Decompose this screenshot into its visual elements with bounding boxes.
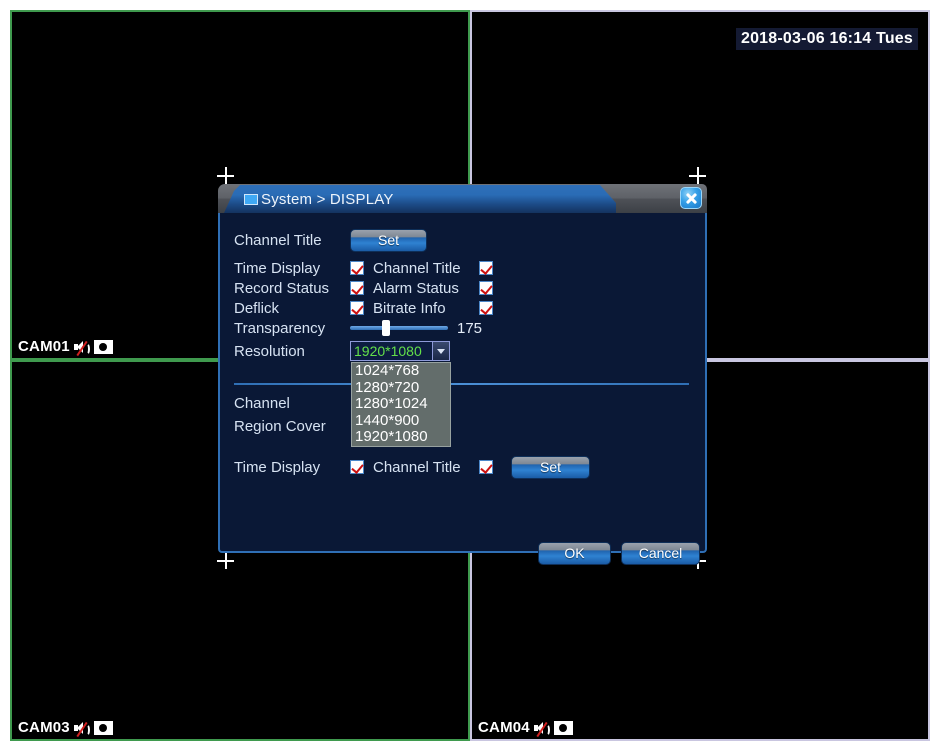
resolution-option[interactable]: 1024*768 (352, 362, 450, 380)
close-icon[interactable] (680, 187, 702, 209)
dialog-body: Channel Title Set Time Display Channel T… (218, 213, 707, 565)
checkbox-deflick[interactable] (350, 301, 364, 315)
speaker-muted-icon (73, 721, 90, 737)
row-time-display-2: Time Display Channel Title Set (234, 455, 590, 479)
region-set-button[interactable]: Set (511, 455, 590, 479)
chevron-down-icon[interactable] (432, 342, 449, 360)
crop-mark-top-right (689, 167, 706, 184)
record-icon (553, 720, 573, 735)
label-transparency: Transparency (234, 319, 326, 337)
label-resolution: Resolution (234, 342, 305, 360)
row-record-status: Record Status Alarm Status (234, 278, 493, 298)
display-settings-dialog: System > DISPLAY Channel Title Set Time … (218, 184, 707, 565)
checkbox-channel-title-2[interactable] (479, 460, 493, 474)
window-icon (244, 193, 258, 205)
checkbox-bitrate-info[interactable] (479, 301, 493, 315)
dialog-titlebar: System > DISPLAY (218, 184, 707, 213)
resolution-option[interactable]: 1280*1024 (352, 395, 450, 413)
label-channel-title: Channel Title (234, 231, 322, 249)
checkbox-record-status[interactable] (350, 281, 364, 295)
channel-title-set-button[interactable]: Set (350, 228, 427, 252)
record-icon (93, 720, 113, 735)
label-channel: Channel (234, 394, 290, 412)
checkbox-channel-title[interactable] (479, 261, 493, 275)
record-icon (93, 339, 113, 354)
speaker-muted-icon (533, 721, 550, 737)
transparency-value: 175 (457, 319, 483, 337)
label-alarm-status: Alarm Status (373, 279, 459, 297)
row-channel-title: Channel Title Set (234, 228, 427, 252)
camera-label-1: CAM01 (16, 337, 116, 356)
resolution-option[interactable]: 1440*900 (352, 412, 450, 430)
crop-mark-top-left (217, 167, 234, 184)
crop-mark-bottom-left (217, 552, 234, 569)
row-resolution: Resolution 1920*1080 1024*768 1280*720 128… (234, 341, 451, 447)
timestamp-osd: 2018-03-06 16:14 Tues (735, 28, 918, 50)
label-channel-title-sub: Channel Title (373, 259, 461, 277)
camera-name: CAM04 (478, 719, 530, 736)
label-region-cover: Region Cover (234, 417, 326, 435)
row-time-display: Time Display Channel Title (234, 258, 493, 278)
label-bitrate-info: Bitrate Info (373, 299, 446, 317)
camera-name: CAM03 (18, 719, 70, 736)
label-record-status: Record Status (234, 279, 330, 297)
checkbox-time-display-2[interactable] (350, 460, 364, 474)
speaker-muted-icon (73, 340, 90, 356)
dialog-title-tab: System > DISPLAY (224, 185, 616, 213)
resolution-option[interactable]: 1280*720 (352, 379, 450, 397)
camera-label-4: CAM04 (476, 718, 576, 737)
cancel-button[interactable]: Cancel (621, 541, 700, 565)
label-time-display: Time Display (234, 259, 321, 277)
checkbox-time-display[interactable] (350, 261, 364, 275)
camera-name: CAM01 (18, 338, 70, 355)
transparency-slider[interactable] (350, 320, 448, 336)
row-channel: Channel (234, 393, 290, 413)
camera-label-3: CAM03 (16, 718, 116, 737)
resolution-selected-value: 1920*1080 (354, 343, 422, 359)
label-deflick: Deflick (234, 299, 280, 317)
label-channel-title-sub-2: Channel Title (373, 458, 461, 476)
dialog-footer: OK Cancel (538, 541, 700, 565)
resolution-select[interactable]: 1920*1080 1024*768 1280*720 1280*1024 1440*… (350, 341, 451, 447)
resolution-option[interactable]: 1920*1080 (352, 428, 450, 446)
row-region-cover: Region Cover (234, 416, 326, 436)
dialog-title: System > DISPLAY (261, 190, 394, 208)
section-divider (234, 383, 689, 385)
label-time-display-2: Time Display (234, 458, 321, 476)
row-deflick: Deflick Bitrate Info (234, 298, 493, 318)
ok-button[interactable]: OK (538, 541, 611, 565)
resolution-option-list[interactable]: 1024*768 1280*720 1280*1024 1440*900 1920*10… (351, 362, 451, 447)
transparency-slider-thumb[interactable] (382, 320, 390, 336)
checkbox-alarm-status[interactable] (479, 281, 493, 295)
row-transparency: Transparency 175 (234, 318, 482, 338)
